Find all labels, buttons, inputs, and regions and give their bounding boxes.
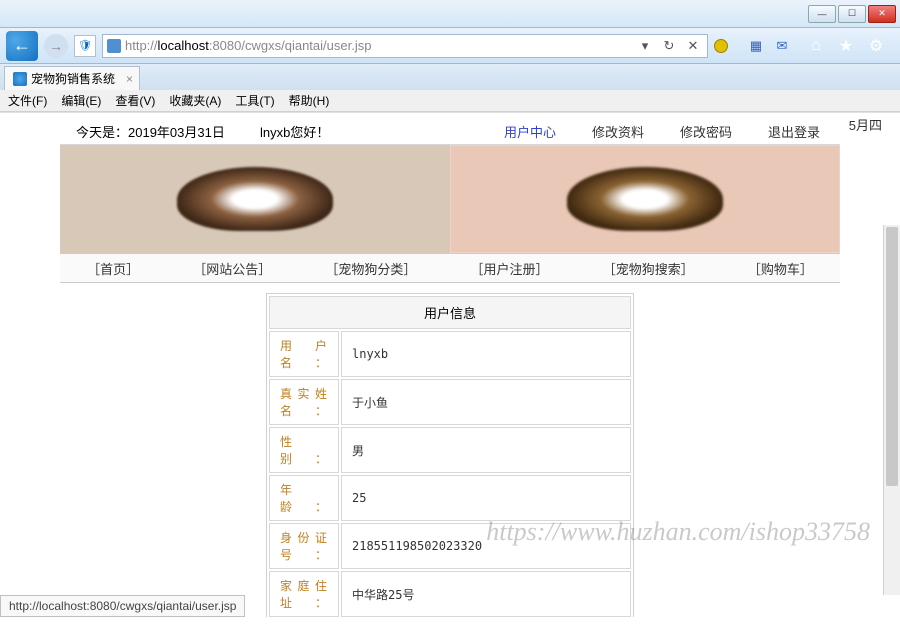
refresh-button[interactable]: ↻ <box>659 36 679 56</box>
browser-tab[interactable]: 宠物狗销售系统 × <box>4 66 140 90</box>
browser-toolbar: ← → 🛡 http://localhost:8080/cwgxs/qianta… <box>0 28 900 64</box>
value-address: 中华路25号 <box>341 571 631 617</box>
chrome-icons: ⌂ ★ ⚙ <box>798 36 894 56</box>
value-gender: 男 <box>341 427 631 473</box>
menu-tools[interactable]: 工具(T) <box>235 92 274 109</box>
stop-button[interactable]: ✕ <box>683 36 703 56</box>
label-address: 家庭住址： <box>269 571 339 617</box>
label-idcard: 身份证号： <box>269 523 339 569</box>
greeting: lnyxb您好！ <box>260 122 410 141</box>
close-button[interactable]: ✕ <box>868 5 896 23</box>
banner-image-right <box>450 145 840 253</box>
label-age: 年 龄： <box>269 475 339 521</box>
link-edit-profile[interactable]: 修改资料 <box>592 122 644 141</box>
nav-category[interactable]: ［宠物狗分类］ <box>325 259 416 278</box>
value-age: 25 <box>341 475 631 521</box>
menu-file[interactable]: 文件(F) <box>8 92 47 109</box>
nav-notice[interactable]: ［网站公告］ <box>193 259 271 278</box>
page-content: 5月四 今天是：2019年03月31日 lnyxb您好！ 用户中心 修改资料 修… <box>0 112 900 617</box>
scrollbar-thumb[interactable] <box>886 227 898 486</box>
banner-image-left <box>60 145 450 253</box>
scrollbar-vertical[interactable] <box>883 225 900 595</box>
compat-view-icon[interactable] <box>714 39 728 53</box>
top-nav-links: 用户中心 修改资料 修改密码 退出登录 <box>410 122 840 141</box>
date-corner: 5月四 <box>849 115 882 134</box>
main-nav: ［首页］ ［网站公告］ ［宠物狗分类］ ［用户注册］ ［宠物狗搜索］ ［购物车］ <box>60 253 840 283</box>
menu-favorites[interactable]: 收藏夹(A) <box>169 92 221 109</box>
address-bar[interactable]: http://localhost:8080/cwgxs/qiantai/user… <box>102 34 708 58</box>
user-info-table: 用户信息 用 户 名： lnyxb 真实姓名： 于小鱼 性 别： 男 年 龄： … <box>266 293 634 617</box>
nav-search[interactable]: ［宠物狗搜索］ <box>603 259 694 278</box>
value-realname: 于小鱼 <box>341 379 631 425</box>
link-change-password[interactable]: 修改密码 <box>680 122 732 141</box>
tab-bar: 宠物狗销售系统 × <box>0 64 900 90</box>
window-titlebar: — ☐ ✕ <box>0 0 900 28</box>
dropdown-icon[interactable]: ▾ <box>635 36 655 56</box>
security-shield-icon[interactable]: 🛡 <box>74 35 96 57</box>
label-realname: 真实姓名： <box>269 379 339 425</box>
nav-cart[interactable]: ［购物车］ <box>748 259 813 278</box>
info-title: 用户信息 <box>269 296 631 329</box>
home-icon[interactable]: ⌂ <box>806 36 826 56</box>
tab-favicon <box>13 72 27 86</box>
menu-edit[interactable]: 编辑(E) <box>61 92 101 109</box>
toolbar-icon-2[interactable]: ✉ <box>772 36 792 56</box>
tab-close-icon[interactable]: × <box>126 72 133 86</box>
tab-title: 宠物狗销售系统 <box>31 70 115 87</box>
url-text: http://localhost:8080/cwgxs/qiantai/user… <box>125 38 631 53</box>
minimize-button[interactable]: — <box>808 5 836 23</box>
favorites-icon[interactable]: ★ <box>836 36 856 56</box>
banner <box>60 145 840 253</box>
today-date: 今天是：2019年03月31日 <box>60 122 260 141</box>
maximize-button[interactable]: ☐ <box>838 5 866 23</box>
link-logout[interactable]: 退出登录 <box>768 122 820 141</box>
nav-register[interactable]: ［用户注册］ <box>471 259 549 278</box>
label-gender: 性 别： <box>269 427 339 473</box>
forward-button[interactable]: → <box>44 34 68 58</box>
menu-view[interactable]: 查看(V) <box>115 92 155 109</box>
value-idcard: 218551198502023320 <box>341 523 631 569</box>
site-icon <box>107 39 121 53</box>
top-info-bar: 今天是：2019年03月31日 lnyxb您好！ 用户中心 修改资料 修改密码 … <box>60 113 840 145</box>
nav-home[interactable]: ［首页］ <box>87 259 139 278</box>
tools-icon[interactable]: ⚙ <box>866 36 886 56</box>
toolbar-icon-1[interactable]: ▦ <box>746 36 766 56</box>
status-bar: http://localhost:8080/cwgxs/qiantai/user… <box>0 595 245 617</box>
menu-bar: 文件(F) 编辑(E) 查看(V) 收藏夹(A) 工具(T) 帮助(H) <box>0 90 900 112</box>
menu-help[interactable]: 帮助(H) <box>289 92 330 109</box>
link-user-center[interactable]: 用户中心 <box>504 122 556 141</box>
value-username: lnyxb <box>341 331 631 377</box>
back-button[interactable]: ← <box>6 31 38 61</box>
label-username: 用 户 名： <box>269 331 339 377</box>
